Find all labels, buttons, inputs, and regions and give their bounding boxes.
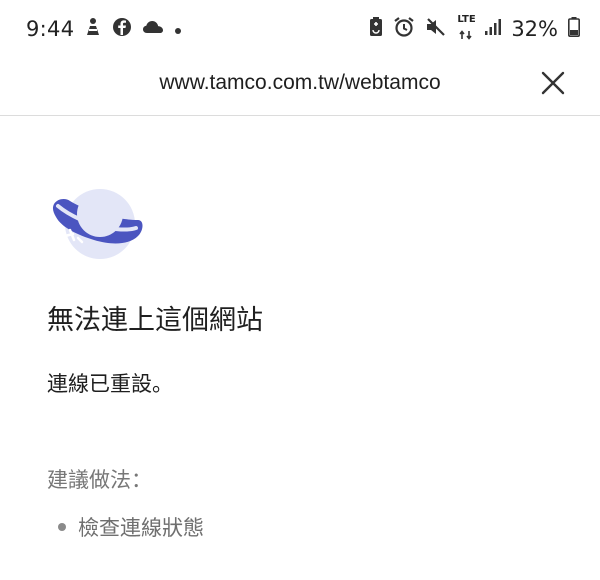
facebook-icon [112, 17, 132, 41]
browser-page: 9:44 LTE 32% www.tamco.com.tw/webtamco 無… [0, 0, 600, 580]
status-time: 9:44 [26, 17, 75, 41]
suggestion-text: 檢查連線狀態 [78, 516, 204, 540]
status-bar-left: 9:44 [26, 14, 182, 44]
cloud-icon [142, 19, 164, 39]
app-notification-icon [84, 17, 102, 41]
lte-label: LTE [457, 13, 476, 25]
battery-icon [568, 17, 580, 41]
battery-saver-icon [369, 17, 383, 41]
battery-percent: 32% [511, 17, 558, 41]
signal-icon [485, 18, 502, 40]
suggestions-heading: 建議做法： [47, 468, 152, 492]
close-button[interactable] [534, 64, 572, 102]
suggestion-item: 檢查連線狀態 [58, 512, 204, 542]
status-bar: 9:44 LTE 32% [0, 0, 600, 58]
mute-icon [425, 17, 447, 41]
lte-icon: LTE [457, 13, 476, 44]
dot-icon [174, 20, 182, 39]
bullet-icon [58, 523, 66, 531]
alarm-icon [393, 16, 415, 42]
url-text[interactable]: www.tamco.com.tw/webtamco [0, 58, 600, 108]
status-bar-right: LTE 32% [369, 14, 580, 44]
error-message: 連線已重設。 [47, 372, 173, 396]
error-title: 無法連上這個網站 [47, 305, 263, 336]
planet-icon [48, 184, 148, 264]
close-icon [541, 71, 565, 95]
address-bar: www.tamco.com.tw/webtamco [0, 58, 600, 116]
address-bar-divider [0, 115, 600, 116]
